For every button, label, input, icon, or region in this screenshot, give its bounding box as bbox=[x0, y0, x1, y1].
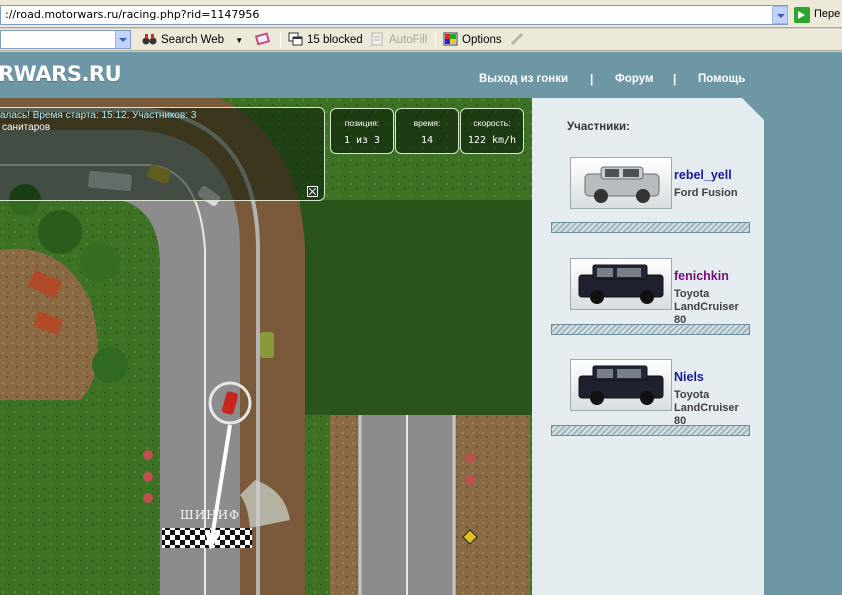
highlight-button[interactable] bbox=[254, 31, 274, 49]
participant-car: Toyota LandCruiser 80 bbox=[674, 288, 739, 326]
nav-help[interactable]: Помощь bbox=[698, 73, 745, 85]
participant-name[interactable]: Niels bbox=[674, 370, 704, 384]
stat-position-label: позиция: bbox=[344, 118, 380, 128]
car-photo bbox=[570, 258, 672, 310]
site-logo[interactable]: RWARS.RU bbox=[0, 62, 122, 86]
stat-position: позиция: 1 из 3 bbox=[330, 108, 394, 154]
finish-label: ШИНИФ bbox=[180, 508, 241, 522]
search-web-label: Search Web bbox=[161, 34, 225, 46]
cone bbox=[143, 450, 153, 460]
go-label: Пере bbox=[814, 8, 841, 20]
pen-button[interactable] bbox=[510, 31, 529, 49]
cone bbox=[465, 453, 475, 463]
panel-edge bbox=[764, 98, 842, 595]
address-bar: ://road.motorwars.ru/racing.php?rid=1147… bbox=[0, 0, 842, 28]
go-button[interactable]: Пере bbox=[794, 6, 842, 24]
car-photo bbox=[570, 359, 672, 411]
participant-car: Toyota LandCruiser 80 bbox=[674, 389, 739, 427]
race-status-message-2: санитаров bbox=[2, 122, 51, 133]
pen-icon bbox=[510, 32, 525, 46]
options-label: Options bbox=[462, 34, 502, 46]
cone bbox=[143, 493, 153, 503]
toolbar-separator bbox=[435, 32, 436, 48]
tree bbox=[92, 347, 128, 383]
autofill-button[interactable]: AutoFill bbox=[370, 31, 427, 49]
address-input[interactable]: ://road.motorwars.ru/racing.php?rid=1147… bbox=[0, 5, 788, 25]
car-olive bbox=[260, 332, 274, 358]
binoculars-icon bbox=[142, 32, 157, 46]
car-silver-suv-icon bbox=[584, 166, 660, 203]
participant-car: Ford Fusion bbox=[674, 187, 738, 199]
participant-progress-bar bbox=[551, 425, 750, 436]
stat-time-label: время: bbox=[413, 118, 441, 128]
participant-fenichkin: fenichkin Toyota LandCruiser 80 bbox=[551, 258, 750, 338]
site-header: RWARS.RU Выход из гонки | Форум | Помощь bbox=[0, 52, 842, 98]
car-photo bbox=[570, 157, 672, 209]
participants-title: Участники: bbox=[567, 121, 630, 133]
cone bbox=[143, 472, 153, 482]
search-combo-dropdown-icon[interactable] bbox=[115, 31, 130, 48]
autofill-label: AutoFill bbox=[389, 34, 428, 46]
highlighter-icon bbox=[254, 32, 271, 46]
autofill-icon bbox=[370, 32, 385, 46]
tree bbox=[38, 210, 82, 254]
participant-progress-bar bbox=[551, 222, 750, 233]
tree bbox=[80, 242, 120, 282]
nav-forum[interactable]: Форум bbox=[615, 73, 653, 85]
stat-time: время: 14 bbox=[395, 108, 459, 154]
race-status-message: алась! Время старта: 15:12. Участников: … bbox=[0, 110, 197, 121]
stat-time-value: 14 bbox=[420, 135, 434, 146]
go-arrow-icon bbox=[794, 7, 810, 23]
blocked-count-label: 15 blocked bbox=[307, 34, 363, 46]
toolbar-separator bbox=[280, 32, 281, 48]
popup-blocker-button[interactable]: 15 blocked bbox=[288, 31, 363, 49]
search-combo[interactable] bbox=[0, 30, 131, 49]
options-button[interactable]: Options bbox=[443, 31, 502, 49]
car-dark-suv-icon bbox=[578, 365, 664, 405]
participant-progress-bar bbox=[551, 324, 750, 335]
stat-speed-value: 122 km/h bbox=[467, 135, 517, 146]
search-web-dropdown-icon[interactable]: ▼ bbox=[235, 36, 243, 45]
stat-speed-label: скорость: bbox=[473, 118, 511, 128]
popup-blocker-icon bbox=[288, 32, 303, 46]
address-dropdown-button[interactable] bbox=[772, 6, 788, 24]
nav-exit-race[interactable]: Выход из гонки bbox=[479, 73, 568, 85]
nav-separator: | bbox=[673, 72, 677, 86]
stat-speed: скорость: 122 km/h bbox=[460, 108, 524, 154]
nav-separator: | bbox=[590, 72, 594, 86]
options-icon bbox=[443, 32, 458, 46]
dark-grass-area bbox=[300, 200, 532, 415]
search-web-button[interactable]: Search Web ▼ bbox=[142, 31, 243, 49]
car-dark-suv-icon bbox=[578, 264, 664, 304]
participant-rebel-yell: rebel_yell Ford Fusion bbox=[551, 157, 750, 237]
close-icon[interactable] bbox=[307, 186, 318, 197]
stat-position-value: 1 из 3 bbox=[343, 135, 381, 146]
participant-name[interactable]: fenichkin bbox=[674, 269, 729, 283]
browser-toolbar: Search Web ▼ 15 blocked AutoFill Options bbox=[0, 29, 842, 51]
participant-niels: Niels Toyota LandCruiser 80 bbox=[551, 359, 750, 439]
cone bbox=[465, 475, 475, 485]
participant-name[interactable]: rebel_yell bbox=[674, 168, 732, 182]
